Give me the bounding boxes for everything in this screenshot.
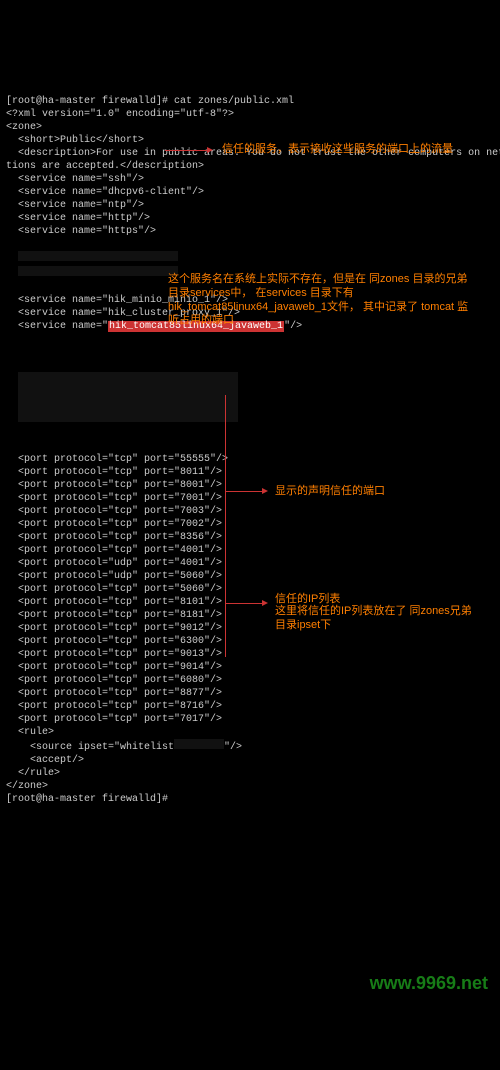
redacted-line — [18, 251, 178, 261]
watermark: www.9969.net — [370, 972, 488, 995]
terminal-output: [root@ha-master firewalld]# cat zones/pu… — [0, 65, 500, 1005]
short-tag: <short>Public</short> — [6, 135, 144, 146]
zone-open: <zone> — [6, 122, 42, 133]
annotation-ipset2: 这里将信任的IP列表放在了 同zones兄弟目录ipset下 — [275, 605, 475, 633]
vline-ports — [225, 395, 226, 657]
rule-accept: <accept/> — [6, 755, 84, 766]
annotation-ports: 显示的声明信任的端口 — [275, 485, 445, 499]
annotation-svc-detail: 这个服务名在系统上实际不存在，但是在 同zones 目录的兄弟目录service… — [168, 273, 478, 328]
rule-open: <rule> — [6, 727, 54, 738]
rule-source: <source ipset="whitelist"/> — [6, 742, 242, 753]
arrow-services — [165, 150, 210, 151]
shell-prompt-end: [root@ha-master firewalld]# — [6, 794, 168, 805]
xml-declaration: <?xml version="1.0" encoding="utf-8"?> — [6, 109, 234, 120]
annotation-services: 信任的服务，表示接收这些服务的端口上的流量 — [222, 143, 472, 157]
arrow-ports — [225, 491, 265, 492]
redacted-block — [18, 372, 238, 422]
rule-close: </rule> — [6, 768, 60, 779]
shell-prompt: [root@ha-master firewalld]# cat zones/pu… — [6, 96, 294, 107]
arrow-ipset — [225, 603, 265, 604]
port-lines: <port protocol="tcp" port="55555"/> <por… — [6, 454, 228, 725]
service-lines: <service name="ssh"/> <service name="dhc… — [6, 174, 204, 237]
zone-close: </zone> — [6, 781, 48, 792]
redacted-line — [18, 266, 178, 276]
